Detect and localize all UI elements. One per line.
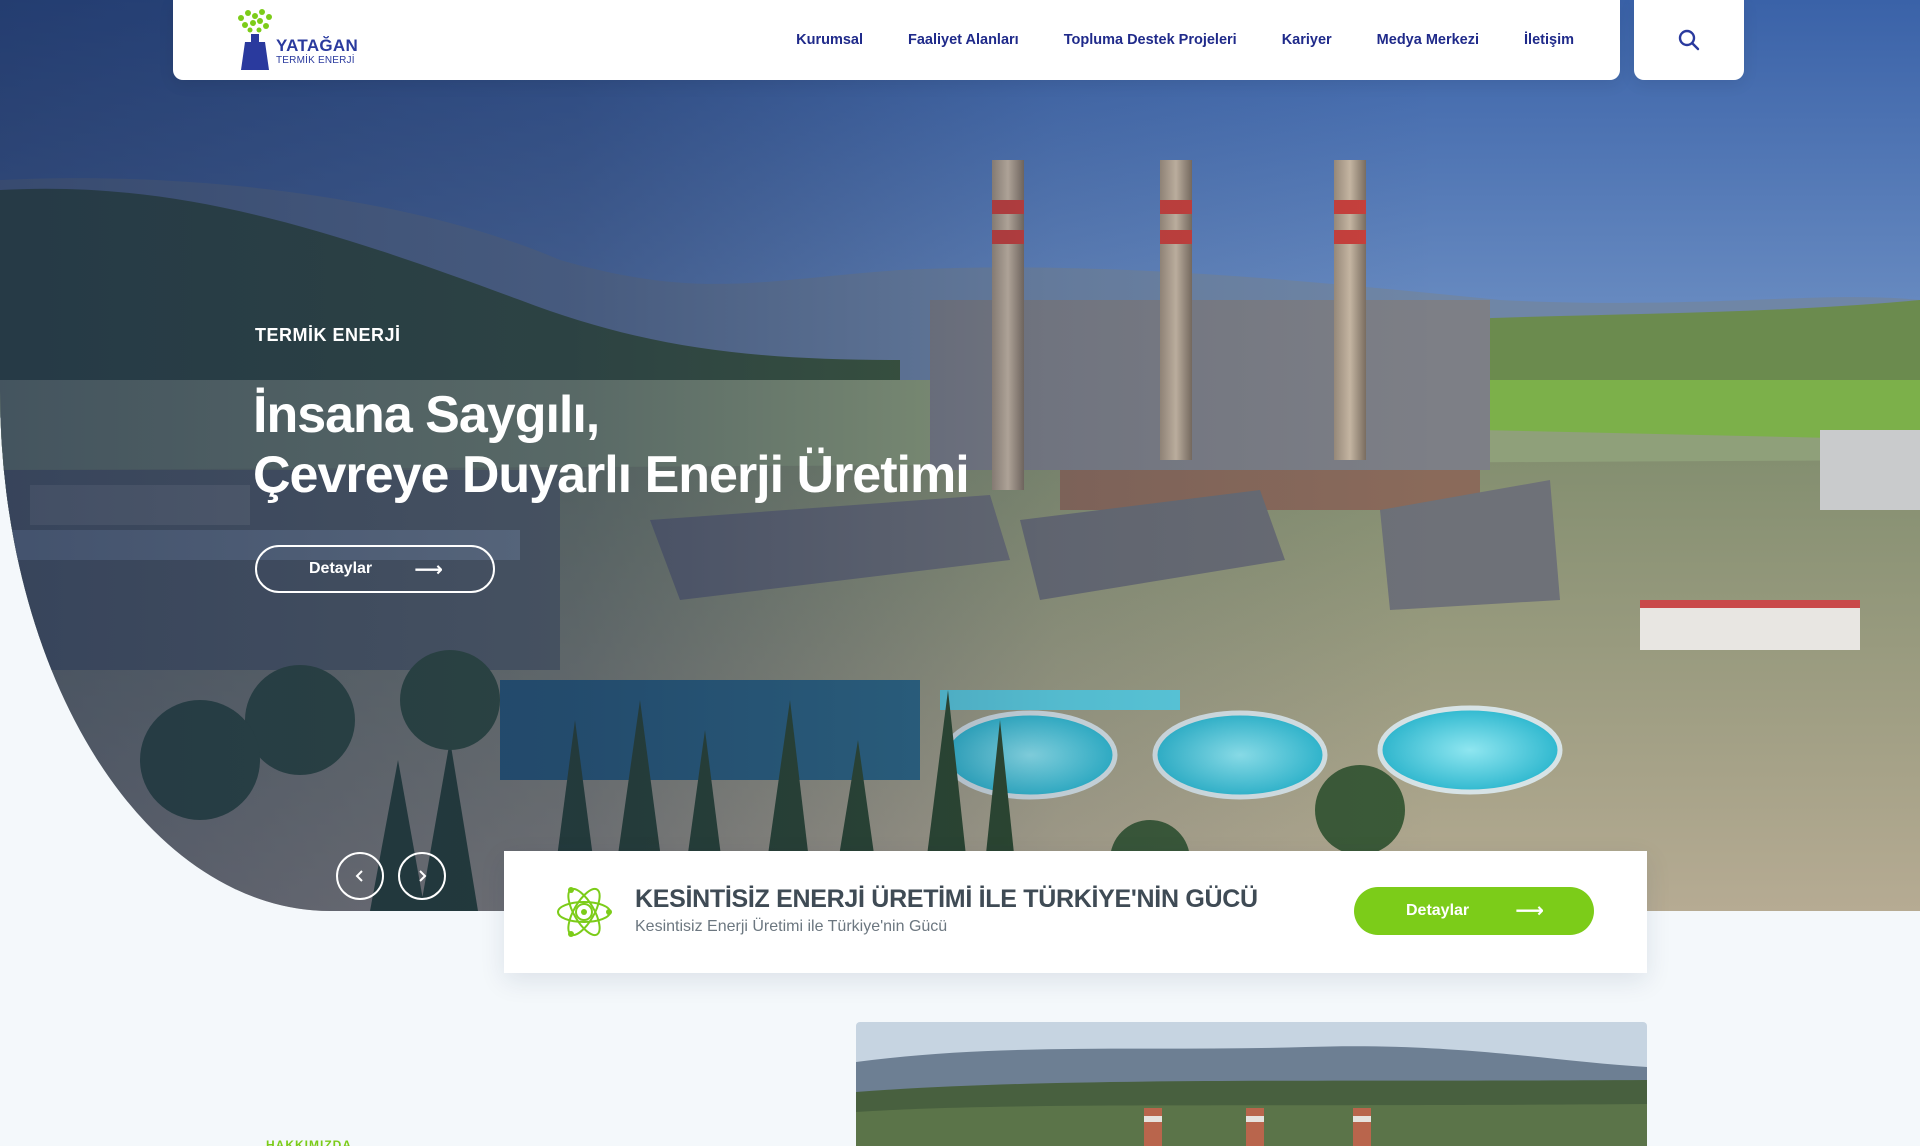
slider-next-button[interactable] — [398, 852, 446, 900]
hero-details-button[interactable]: Detaylar ⟶ — [255, 545, 495, 593]
section-tag: HAKKIMIZDA — [266, 1138, 352, 1146]
logo-subtitle: TERMİK ENERJİ — [276, 55, 355, 66]
nav-item-medya-merkezi[interactable]: Medya Merkezi — [1377, 32, 1479, 48]
nav-item-topluma-destek-projeleri[interactable]: Topluma Destek Projeleri — [1064, 32, 1237, 48]
hero-details-label: Detaylar — [309, 560, 373, 577]
hero-slider: TERMİK ENERJİ İnsana Saygılı, Çevreye Du… — [0, 0, 1920, 911]
feature-title: KESİNTİSİZ ENERJİ ÜRETİMİ İLE TÜRKİYE'Nİ… — [635, 885, 1258, 913]
chevron-left-icon — [355, 870, 363, 882]
hero-title-line-2: Çevreye Duyarlı Enerji Üretimi — [253, 446, 970, 504]
nav-item-kariyer[interactable]: Kariyer — [1282, 32, 1332, 48]
search-button[interactable] — [1634, 0, 1744, 80]
arrow-right-icon: ⟶ — [414, 559, 443, 581]
feature-details-button[interactable]: Detaylar ⟶ — [1354, 887, 1594, 935]
nav-item-faaliyet-alanlari[interactable]: Faaliyet Alanları — [908, 32, 1019, 48]
arrow-right-icon: ⟶ — [1515, 900, 1544, 922]
atom-icon — [557, 887, 612, 937]
power-plant-photo — [856, 1022, 1647, 1146]
logo-tree-icon — [238, 9, 272, 70]
search-icon — [1678, 29, 1700, 51]
nav-item-iletisim[interactable]: İletişim — [1524, 32, 1574, 48]
slider-prev-button[interactable] — [336, 852, 384, 900]
feature-card: KESİNTİSİZ ENERJİ ÜRETİMİ İLE TÜRKİYE'Nİ… — [504, 851, 1647, 973]
site-header: YATAĞAN TERMİK ENERJİ Kurumsal Faaliyet … — [173, 0, 1620, 80]
hero-title: İnsana Saygılı, Çevreye Duyarlı Enerji Ü… — [253, 385, 1013, 505]
feature-details-label: Detaylar — [1406, 902, 1470, 919]
chevron-right-icon — [419, 870, 427, 882]
about-image — [856, 1022, 1647, 1146]
site-logo[interactable]: YATAĞAN TERMİK ENERJİ — [233, 8, 363, 70]
main-nav: Kurumsal Faaliyet Alanları Topluma Deste… — [796, 0, 1574, 80]
nav-item-kurumsal[interactable]: Kurumsal — [796, 32, 863, 48]
hero-eyebrow: TERMİK ENERJİ — [255, 325, 401, 345]
hero-title-line-1: İnsana Saygılı, — [253, 386, 600, 444]
feature-subtitle: Kesintisiz Enerji Üretimi ile Türkiye'ni… — [635, 918, 948, 935]
logo-name: YATAĞAN — [276, 36, 359, 55]
